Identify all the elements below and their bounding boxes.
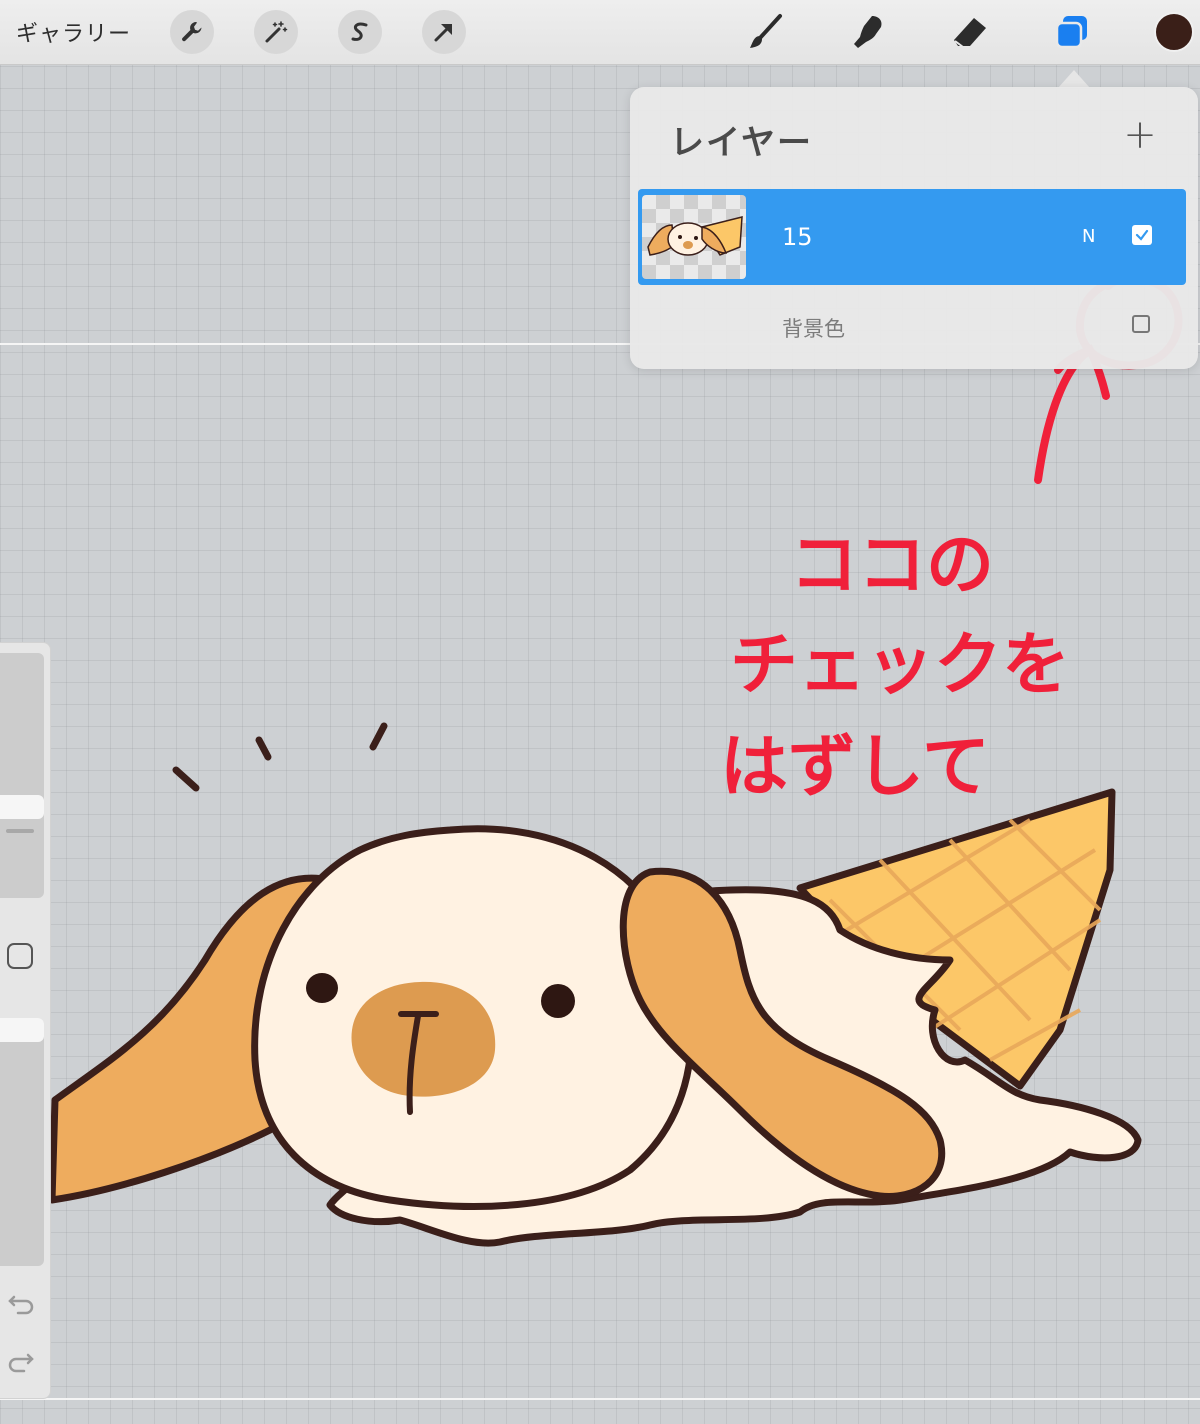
surprise-mark (172, 766, 200, 792)
left-sidebar (0, 642, 51, 1399)
brush-size-slider-thumb[interactable] (0, 795, 44, 819)
layer-thumbnail (642, 195, 746, 279)
checkmark-icon (1135, 229, 1149, 241)
background-visibility-checkbox[interactable] (1132, 315, 1150, 333)
opacity-slider[interactable] (0, 1018, 44, 1266)
layer-name: 15 (782, 223, 813, 251)
panel-title: レイヤー (670, 123, 813, 163)
blend-mode-button[interactable]: N (1082, 226, 1095, 247)
redo-icon[interactable] (6, 1345, 36, 1375)
surprise-mark (255, 736, 272, 761)
layers-panel: レイヤー + 15 N 背景色 (630, 87, 1198, 369)
annotation-text-line: チェックを (730, 626, 1070, 705)
panel-pointer (1058, 70, 1090, 88)
brush-size-slider[interactable] (0, 653, 44, 898)
layer-visibility-checkbox[interactable] (1132, 225, 1152, 245)
annotation-text-line: ココの (790, 526, 994, 605)
layer-row[interactable]: 15 N (638, 189, 1186, 285)
background-color-label: 背景色 (782, 317, 845, 341)
eye (541, 984, 575, 1018)
eye (306, 973, 338, 1003)
square-modifier-icon[interactable] (7, 943, 33, 969)
surprise-mark (369, 722, 388, 751)
add-layer-button[interactable]: + (1120, 115, 1160, 155)
annotation-arrow (1034, 344, 1110, 484)
opacity-slider-thumb[interactable] (0, 1018, 44, 1042)
annotation-text-line: はずして (720, 728, 990, 807)
slider-grip (6, 829, 34, 833)
undo-icon[interactable] (6, 1287, 36, 1317)
